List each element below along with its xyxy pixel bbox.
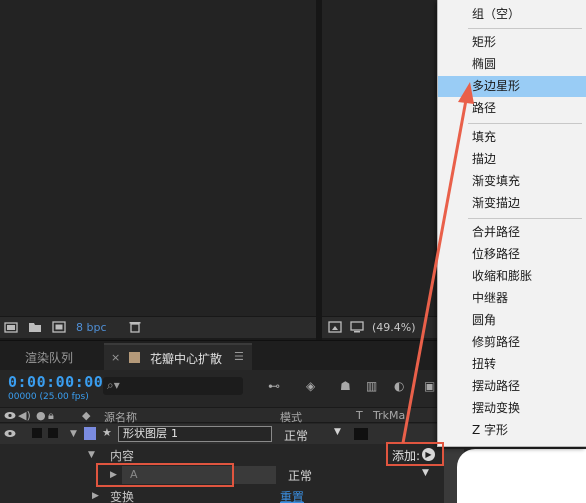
timeline-search-input[interactable]: ⌕▾	[103, 377, 243, 395]
column-source-name[interactable]: 源名称	[104, 409, 137, 425]
graph-area-highlight	[457, 449, 586, 503]
reset-link[interactable]: 重置	[280, 488, 304, 503]
menu-separator	[468, 218, 582, 219]
monitor-icon[interactable]	[350, 321, 364, 333]
menu-item-rectangle[interactable]: 矩形	[438, 32, 586, 53]
label-tag-icon[interactable]: ◆	[82, 409, 90, 422]
project-panel-footer: 8 bpc	[0, 316, 316, 338]
shy-layers-icon[interactable]: ☗	[340, 379, 356, 393]
expand-triangle-icon[interactable]: ▶	[92, 491, 99, 501]
column-t[interactable]: T	[356, 409, 363, 422]
timeline-tab-bar: 渲染队列 × 花瓣中心扩散 ☰	[0, 340, 442, 371]
project-panel	[0, 0, 316, 316]
layer-number: 1	[171, 427, 178, 440]
menu-item-group-empty[interactable]: 组（空）	[438, 4, 586, 25]
menu-item-path[interactable]: 路径	[438, 98, 586, 119]
solo-icon[interactable]: ●	[36, 409, 46, 422]
tab-render-queue[interactable]: 渲染队列	[25, 349, 73, 366]
menu-item-zig-zag[interactable]: Z 字形	[438, 420, 586, 441]
tab-composition[interactable]: × 花瓣中心扩散 ☰	[104, 343, 252, 371]
annotation-box-add	[386, 442, 444, 466]
layer-mode-select[interactable]: 正常	[284, 427, 308, 444]
interpret-footage-icon[interactable]	[4, 321, 18, 333]
annotation-box-shape	[96, 463, 234, 487]
menu-item-wiggle-paths[interactable]: 摆动路径	[438, 376, 586, 397]
menu-item-fill[interactable]: 填充	[438, 127, 586, 148]
content-label: 内容	[110, 449, 135, 463]
composition-viewer[interactable]	[322, 0, 442, 316]
frame-blending-icon[interactable]: ▥	[366, 379, 382, 393]
menu-item-twist[interactable]: 扭转	[438, 354, 586, 375]
chevron-down-icon[interactable]: ▼	[334, 427, 341, 437]
timeline-column-header: ◀) ● 🔒︎ ◆ 源名称 模式 T TrkMa	[0, 407, 442, 425]
menu-item-repeater[interactable]: 中继器	[438, 288, 586, 309]
shape-blend-mode-select[interactable]: 正常	[288, 467, 312, 484]
layer-name[interactable]: 形状图层	[123, 427, 167, 440]
column-mode[interactable]: 模式	[280, 409, 302, 425]
menu-item-ellipse[interactable]: 椭圆	[438, 54, 586, 75]
menu-item-trim-paths[interactable]: 修剪路径	[438, 332, 586, 353]
menu-item-merge-paths[interactable]: 合并路径	[438, 222, 586, 243]
viewer-footer: (49.4%)	[322, 316, 442, 338]
lock-switch[interactable]	[48, 428, 58, 438]
video-visibility-icon[interactable]	[4, 411, 16, 420]
trkmat-select[interactable]	[354, 428, 368, 440]
current-time-display[interactable]: 0:00:00:00	[8, 373, 103, 391]
menu-item-polystar[interactable]: 多边星形	[438, 76, 586, 97]
menu-item-wiggle-transform[interactable]: 摆动变换	[438, 398, 586, 419]
menu-item-gradient-stroke[interactable]: 渐变描边	[438, 193, 586, 214]
new-composition-icon[interactable]	[52, 321, 66, 333]
audio-switch[interactable]	[32, 428, 42, 438]
menu-separator	[468, 123, 582, 124]
column-trkmat[interactable]: TrkMa	[373, 409, 405, 422]
menu-item-offset-paths[interactable]: 位移路径	[438, 244, 586, 265]
layer-color-label[interactable]	[84, 427, 96, 440]
menu-item-pucker-bloat[interactable]: 收缩和膨胀	[438, 266, 586, 287]
add-shape-menu: 组（空） 矩形 椭圆 多边星形 路径 填充 描边 渐变填充 渐变描边 合并路径 …	[437, 0, 586, 447]
zoom-level[interactable]: (49.4%)	[372, 321, 416, 334]
expand-triangle-icon[interactable]: ▼	[88, 450, 95, 460]
snapshot-icon[interactable]	[328, 321, 342, 333]
bit-depth-label[interactable]: 8 bpc	[76, 321, 107, 334]
timeline-graph-area	[442, 447, 586, 503]
menu-item-gradient-fill[interactable]: 渐变填充	[438, 171, 586, 192]
menu-item-round-corners[interactable]: 圆角	[438, 310, 586, 331]
search-icon: ⌕▾	[107, 378, 120, 392]
composition-color-swatch	[129, 352, 140, 363]
lock-icon[interactable]: 🔒︎	[48, 409, 54, 423]
motion-blur-icon[interactable]: ◐	[394, 379, 410, 393]
layer-name-field[interactable]: 形状图层 1	[118, 426, 272, 442]
menu-separator	[468, 28, 582, 29]
close-icon[interactable]: ×	[111, 351, 120, 364]
composition-mini-flowchart-icon[interactable]: ⊷	[268, 379, 284, 393]
expand-triangle-icon[interactable]: ▼	[70, 429, 77, 439]
transform-label: 变换	[110, 490, 135, 503]
panel-menu-icon[interactable]: ☰	[234, 350, 244, 363]
layer-row[interactable]: ▼ ★ 形状图层 1 正常 ▼	[0, 424, 442, 444]
eye-icon[interactable]	[4, 429, 16, 438]
trash-icon[interactable]	[128, 321, 142, 333]
tab-composition-label[interactable]: 花瓣中心扩散	[150, 350, 222, 367]
transform-row[interactable]: ▶ 变换 重置	[0, 486, 442, 503]
menu-item-stroke[interactable]: 描边	[438, 149, 586, 170]
frame-rate-display: 00000 (25.00 fps)	[8, 392, 89, 402]
shape-layer-star-icon: ★	[102, 426, 112, 439]
chevron-down-icon[interactable]: ▼	[422, 468, 429, 478]
new-folder-icon[interactable]	[28, 321, 42, 333]
audio-icon[interactable]: ◀)	[18, 409, 31, 422]
content-row[interactable]: ▼ 内容 添加: ▶	[0, 445, 442, 465]
draft-3d-icon[interactable]: ◈	[306, 379, 322, 393]
